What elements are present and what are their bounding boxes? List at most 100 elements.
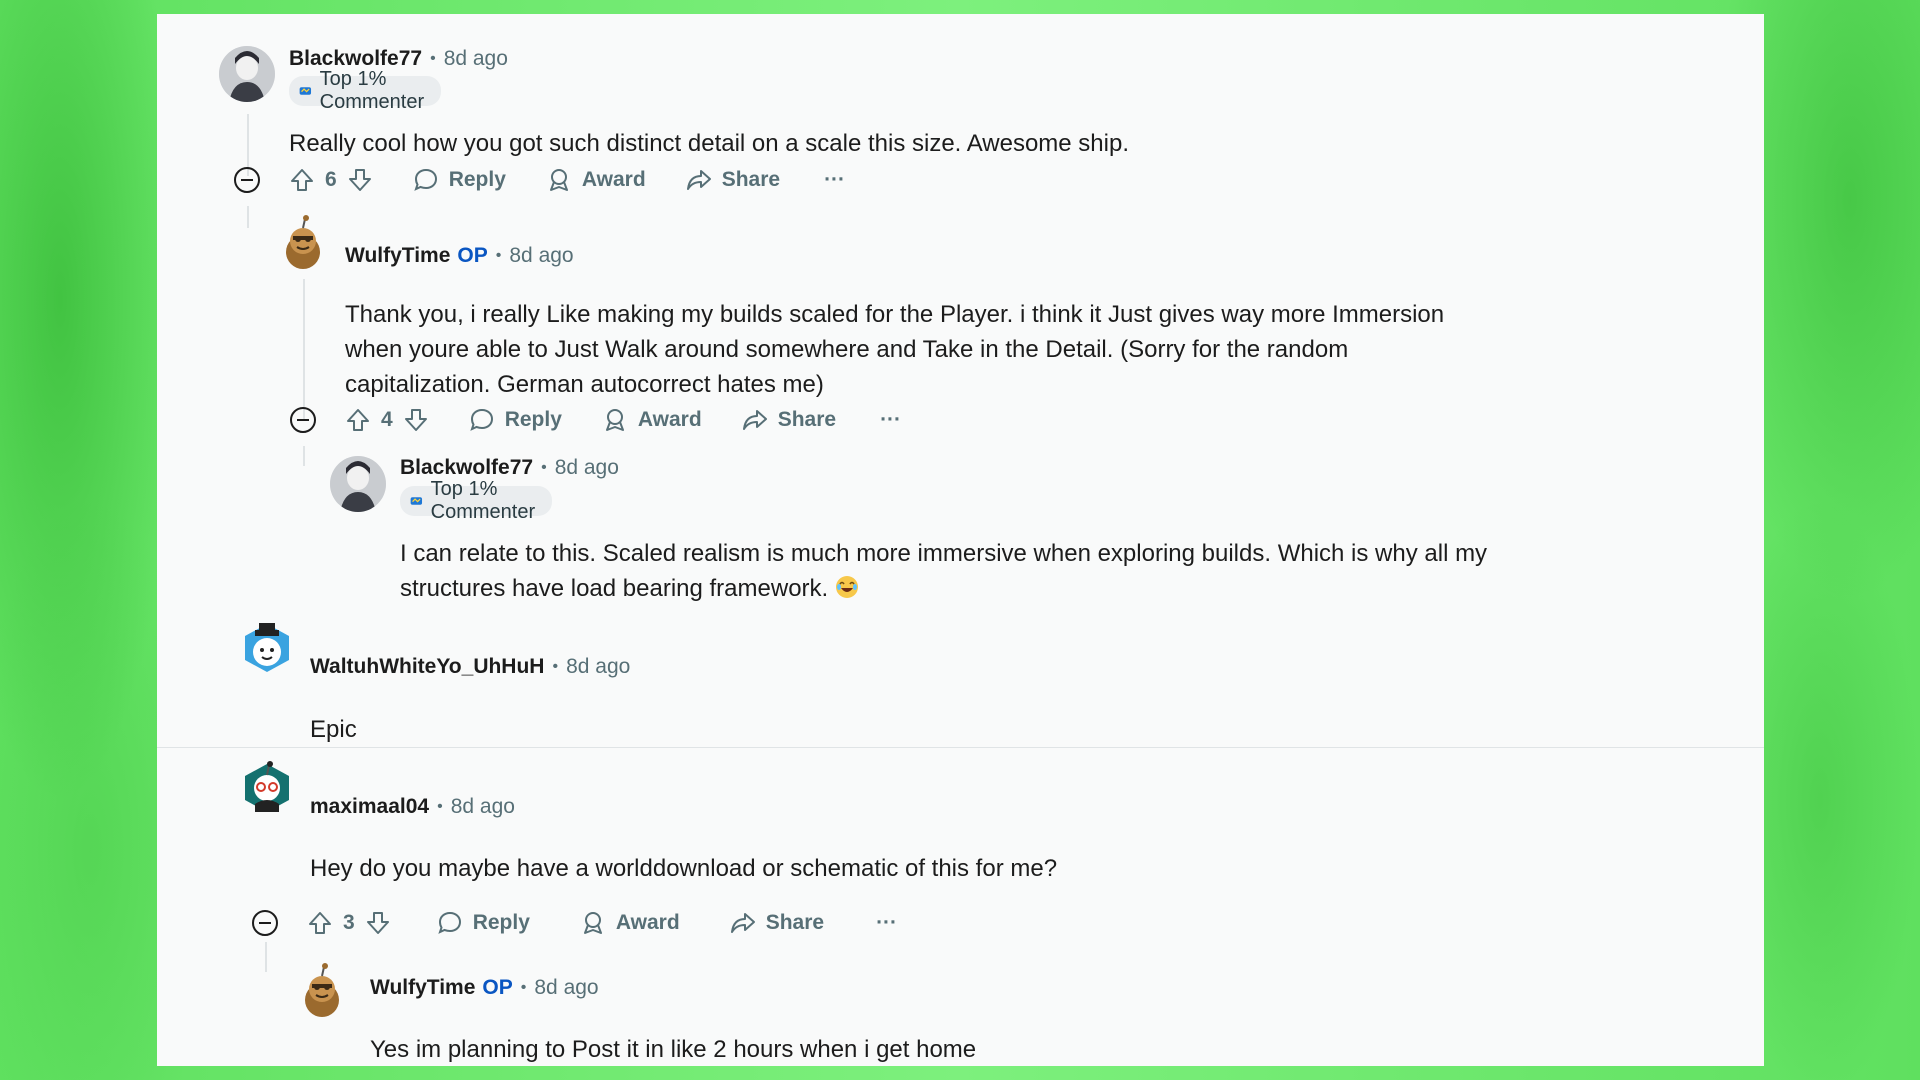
collapse-icon (234, 167, 260, 193)
reply-button[interactable]: Reply (469, 407, 562, 433)
share-icon (742, 410, 767, 430)
separator-dot: • (520, 979, 527, 996)
comment-text: I can relate to this. Scaled realism is … (400, 540, 1488, 602)
timestamp[interactable]: 8d ago (534, 976, 598, 1000)
op-badge: OP (457, 244, 488, 267)
timestamp[interactable]: 8d ago (566, 655, 630, 679)
share-button[interactable]: Share (686, 167, 780, 193)
collapse-button[interactable] (251, 909, 279, 937)
comment-meta: Blackwolfe77 • 8d ago (400, 456, 619, 480)
username[interactable]: WulfyTime (345, 244, 450, 268)
upvote-icon[interactable] (289, 167, 315, 193)
share-label: Share (721, 168, 781, 191)
username[interactable]: Blackwolfe77 (400, 456, 533, 480)
more-icon: ··· (876, 911, 898, 934)
vote-score: 3 (343, 911, 355, 934)
thread-line[interactable] (247, 206, 249, 228)
collapse-button[interactable] (289, 406, 317, 434)
more-options-button[interactable]: ··· (876, 911, 897, 935)
award-button[interactable]: Award (602, 407, 702, 433)
award-button[interactable]: Award (580, 910, 680, 936)
share-icon (730, 913, 755, 933)
upvote-icon[interactable] (307, 910, 333, 936)
comment-body: Really cool how you got such distinct de… (289, 130, 1129, 157)
collapse-icon (252, 910, 278, 936)
user-flair: Top 1% Commenter (289, 68, 442, 113)
avatar[interactable] (294, 962, 350, 1018)
award-button[interactable]: Award (546, 167, 646, 193)
username[interactable]: WulfyTime (370, 976, 475, 1000)
award-icon (583, 912, 602, 934)
vote-group: 4 (345, 407, 429, 433)
separator-dot: • (495, 247, 502, 264)
more-icon: ··· (824, 168, 846, 191)
flair-text: Top 1% Commenter (319, 68, 425, 113)
avatar[interactable] (275, 214, 331, 270)
separator-dot: • (541, 459, 547, 476)
award-label: Award (637, 408, 702, 431)
reply-button[interactable]: Reply (437, 910, 530, 936)
share-button[interactable]: Share (730, 910, 824, 936)
share-icon (686, 170, 711, 190)
timestamp[interactable]: 8d ago (444, 47, 508, 71)
downvote-icon[interactable] (365, 910, 391, 936)
comment-body: I can relate to this. Scaled realism is … (400, 536, 1490, 606)
snoo-avatar-icon (245, 623, 289, 672)
user-avatar-icon (330, 456, 386, 512)
comment-actions: 3 Reply Award Share ··· (307, 905, 897, 941)
more-options-button[interactable]: ··· (880, 408, 901, 432)
vote-score: 6 (325, 168, 337, 191)
reply-icon (470, 408, 493, 431)
share-button[interactable]: Share (742, 407, 836, 433)
comment-actions: 4 Reply Award Share ··· (345, 402, 901, 438)
comments-panel: Blackwolfe77 • 8d ago Top 1% Commenter R… (157, 14, 1764, 1066)
thread-line[interactable] (265, 942, 267, 972)
avatar[interactable] (219, 46, 275, 102)
reply-icon (438, 911, 461, 934)
downvote-icon[interactable] (347, 167, 373, 193)
reply-icon (414, 168, 437, 191)
reply-button[interactable]: Reply (413, 167, 506, 193)
comment-body: Hey do you maybe have a worlddownload or… (310, 855, 1058, 882)
more-options-button[interactable]: ··· (824, 168, 845, 192)
comment-meta: WulfyTime OP • 8d ago (345, 244, 574, 268)
award-label: Award (581, 168, 646, 191)
avatar[interactable] (239, 760, 295, 816)
comment-actions: 6 Reply Award Share ··· (289, 162, 845, 198)
laughing-emoji-icon (835, 576, 858, 598)
avatar[interactable] (239, 620, 295, 676)
vote-group: 3 (307, 910, 391, 936)
comment-body: Yes im planning to Post it in like 2 hou… (370, 1036, 977, 1063)
collapse-icon (290, 407, 316, 433)
snoo-avatar-icon (245, 761, 289, 812)
vote-score: 4 (381, 408, 393, 431)
commenter-badge-icon (299, 87, 312, 95)
thread-line[interactable] (303, 446, 305, 466)
timestamp[interactable]: 8d ago (451, 795, 515, 819)
snoo-avatar-icon (286, 215, 320, 269)
separator-dot: • (552, 658, 559, 675)
username[interactable]: WaltuhWhiteYo_UhHuH (310, 655, 544, 679)
award-icon (549, 169, 568, 191)
commenter-badge-icon (410, 497, 423, 505)
flair-text: Top 1% Commenter (430, 478, 536, 523)
avatar[interactable] (330, 456, 386, 512)
reply-label: Reply (472, 911, 530, 934)
reply-label: Reply (448, 168, 506, 191)
username[interactable]: maximaal04 (310, 795, 429, 819)
comment-body: Epic (310, 716, 357, 743)
comment-meta: maximaal04 • 8d ago (310, 795, 515, 819)
separator-dot: • (437, 798, 443, 815)
award-icon (605, 409, 624, 431)
comment-body: Thank you, i really Like making my build… (345, 301, 1445, 398)
share-label: Share (765, 911, 825, 934)
timestamp[interactable]: 8d ago (509, 244, 573, 268)
thread-line[interactable] (303, 279, 305, 419)
timestamp[interactable]: 8d ago (555, 456, 619, 480)
collapse-button[interactable] (233, 166, 261, 194)
downvote-icon[interactable] (403, 407, 429, 433)
divider (157, 747, 1764, 748)
share-label: Share (777, 408, 837, 431)
upvote-icon[interactable] (345, 407, 371, 433)
snoo-avatar-icon (305, 963, 339, 1017)
